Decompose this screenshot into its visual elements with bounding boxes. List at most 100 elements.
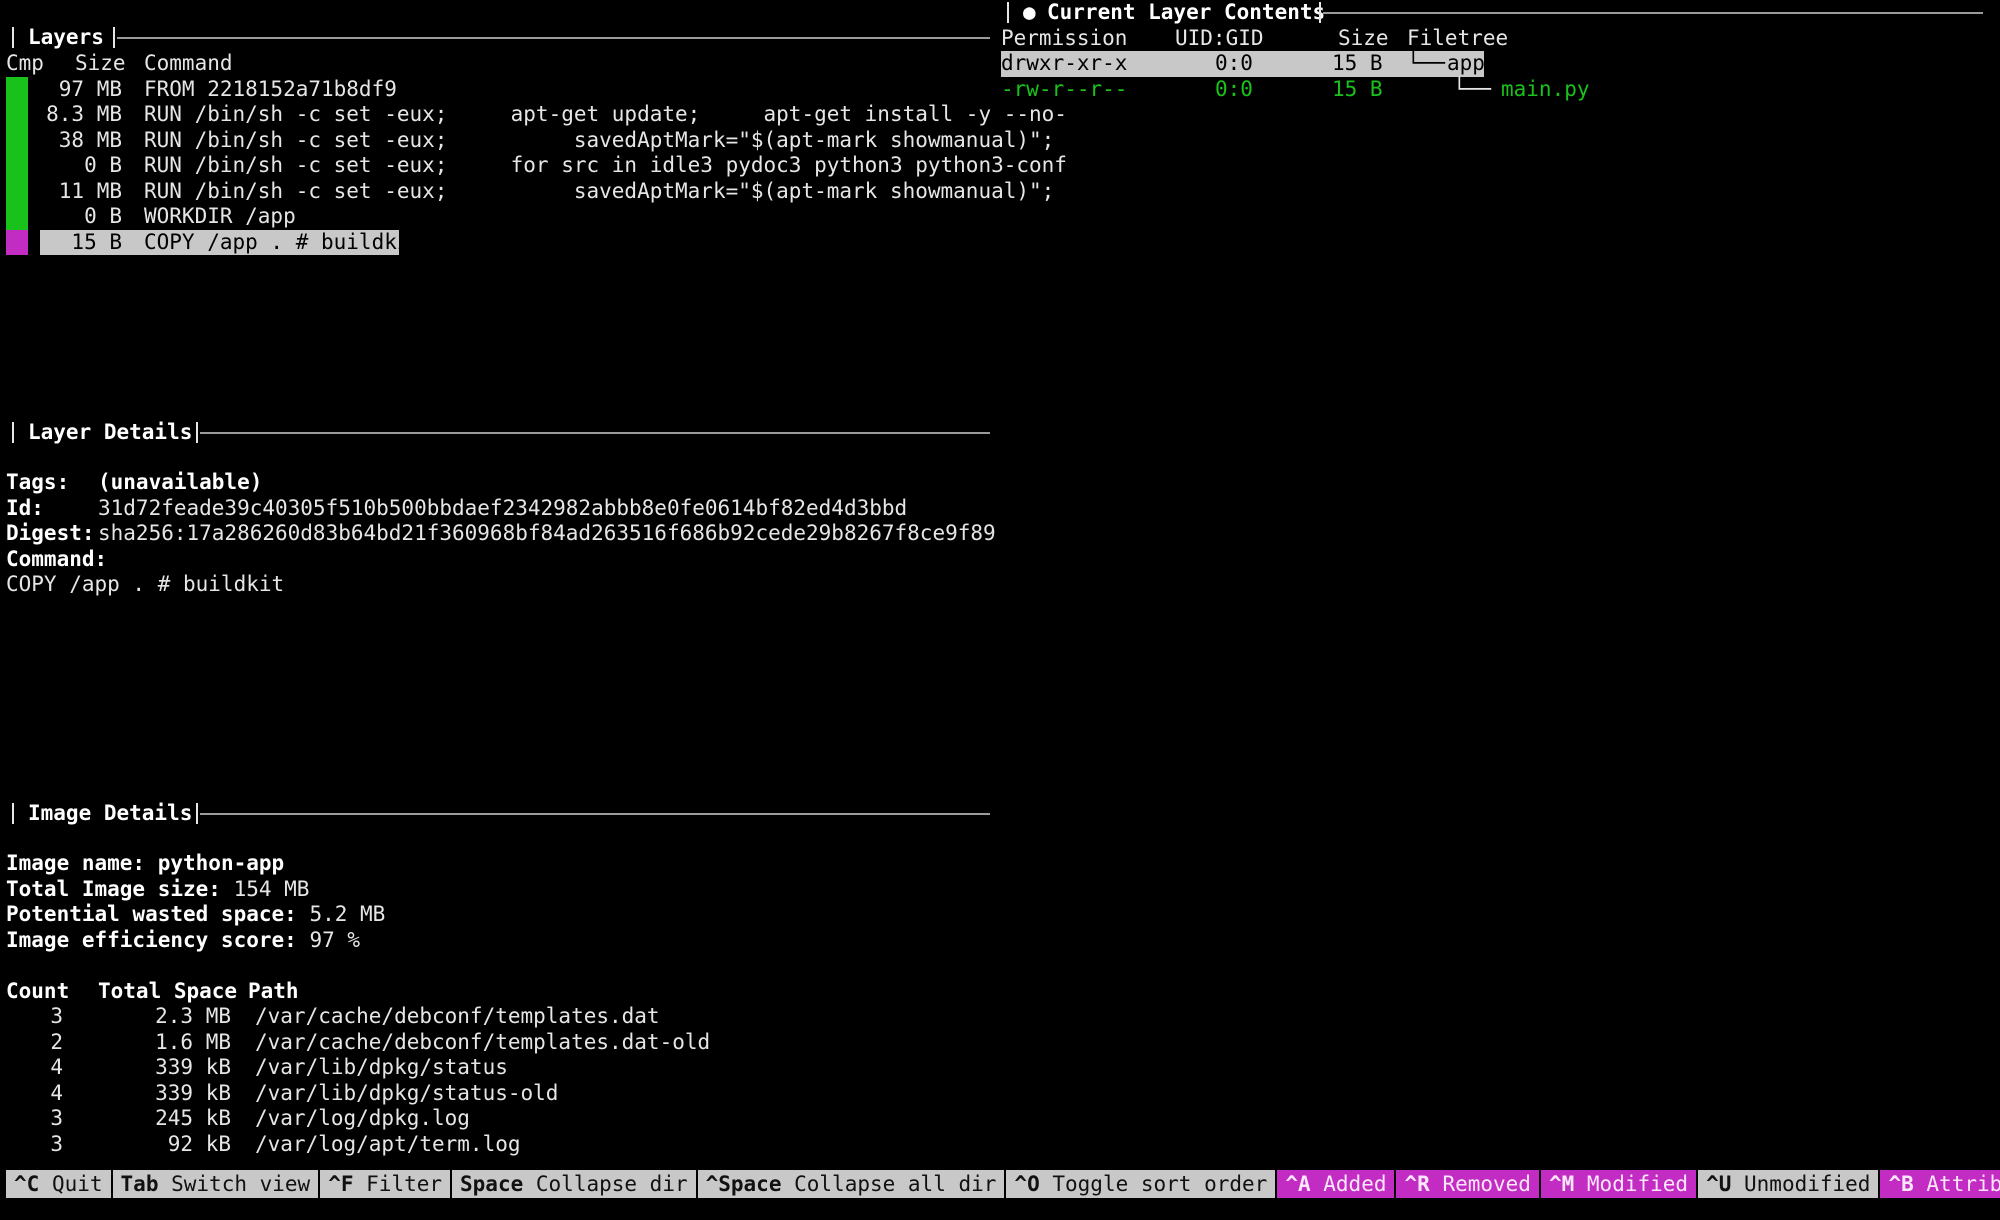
col-cmp: Cmp	[6, 51, 44, 75]
image-size-line: Total Image size: 154 MB	[6, 877, 309, 903]
keybinding-label: Unmodified	[1744, 1172, 1871, 1196]
col-size: Size	[75, 51, 126, 75]
col-permission: Permission	[1001, 25, 1128, 50]
wasted-path: /var/log/apt/term.log	[255, 1131, 521, 1156]
keybinding-label: Collapse dir	[535, 1172, 688, 1196]
layer-command: RUN /bin/sh -c set -eux; apt-get update;…	[144, 102, 1067, 126]
wasted-space: 245 kB	[155, 1106, 231, 1130]
wasted-count: 4	[50, 1080, 63, 1105]
col-count: Count	[6, 978, 70, 1003]
file-tree-row[interactable]: -rw-r--r-- 0:0 15 B └── main.py	[1001, 77, 1601, 103]
keybinding-label: Modified	[1586, 1172, 1689, 1196]
header-rule	[200, 813, 990, 815]
wasted-space: 92 kB	[167, 1131, 231, 1156]
command-value: COPY /app . # buildkit	[6, 572, 285, 596]
image-size-value: 154 MB	[233, 876, 310, 901]
header-divider	[12, 422, 14, 443]
file-permission: drwxr-xr-x	[1001, 51, 1128, 75]
layer-size: 0 B	[84, 204, 122, 228]
digest-value: sha256:17a286260d83b64bd21f360968bf84ad2…	[98, 521, 996, 545]
wasted-file-row: 4 339 kB/var/lib/dpkg/status	[6, 1055, 508, 1081]
keybinding-label: Added	[1323, 1172, 1387, 1196]
wasted-path: /var/cache/debconf/templates.dat-old	[255, 1029, 711, 1054]
header-divider	[12, 27, 14, 48]
wasted-count: 3	[50, 1106, 63, 1130]
wasted-count: 4	[50, 1055, 63, 1079]
keybinding-key: ^Space	[705, 1172, 782, 1196]
wasted-count: 2	[50, 1029, 63, 1054]
keybinding-label: Switch view	[171, 1172, 311, 1196]
keybinding-label: Removed	[1442, 1172, 1531, 1196]
keybinding-key: ^O	[1014, 1172, 1040, 1196]
keybinding-collapse-all-dir: ^Space Collapse all dir	[697, 1170, 1005, 1198]
layer-size: 38 MB	[58, 127, 122, 152]
keybinding-filter: ^F Filter	[320, 1170, 451, 1198]
file-permission: -rw-r--r--	[1001, 76, 1128, 101]
header-divider	[196, 422, 198, 443]
contents-pane[interactable]: ● Current Layer Contents Permission UID:…	[995, 0, 2000, 1160]
folder-name: app	[1447, 51, 1485, 75]
keybinding-key: ^A	[1285, 1172, 1311, 1196]
wasted-count: 3	[50, 1131, 63, 1156]
keybinding-key: ^U	[1706, 1172, 1732, 1196]
layer-row[interactable]: 0 B WORKDIR /app	[40, 204, 296, 230]
header-rule	[1323, 12, 1983, 14]
keybinding-attributes: ^B Attributes	[1880, 1170, 2000, 1198]
layer-row[interactable]: 97 MB FROM 2218152a71b8df9	[40, 77, 397, 103]
keybinding-switch-view: Tab Switch view	[112, 1170, 319, 1198]
layer-row[interactable]: 0 B RUN /bin/sh -c set -eux; for src in i…	[40, 153, 1067, 179]
layer-cmp-bar	[6, 178, 28, 204]
wasted-space: 2.3 MB	[155, 1004, 231, 1028]
keybinding-label: Quit	[51, 1172, 103, 1196]
digest-label: Digest:	[6, 521, 95, 545]
file-size: 15 B	[1332, 51, 1383, 75]
keybinding-key: Tab	[120, 1172, 159, 1196]
wasted-space-value: 5.2 MB	[309, 902, 386, 926]
col-total-space: Total Space	[98, 978, 238, 1003]
wasted-space: 339 kB	[155, 1055, 231, 1079]
keybinding-key: ^B	[1888, 1172, 1914, 1196]
header-divider	[196, 803, 198, 824]
image-name-value: python-app	[157, 851, 285, 875]
layer-details-pane: Layer Details Tags: (unavailable) Id: 31…	[0, 400, 996, 600]
layer-size: 97 MB	[58, 76, 122, 101]
wasted-file-row: 3 92 kB/var/log/apt/term.log	[6, 1131, 521, 1158]
keybinding-key: Space	[460, 1172, 524, 1196]
image-name-label: Image name:	[6, 851, 146, 875]
layer-row[interactable]: 11 MB RUN /bin/sh -c set -eux; savedAptMa…	[40, 178, 1055, 205]
keybinding-key: ^F	[328, 1172, 354, 1196]
col-filetree: Filetree	[1407, 25, 1509, 50]
layer-command: FROM 2218152a71b8df9	[144, 76, 397, 101]
layer-row[interactable]: 15 B COPY /app . # buildkit	[40, 229, 422, 255]
wasted-space: 1.6 MB	[155, 1029, 231, 1054]
wasted-file-row: 4 339 kB/var/lib/dpkg/status-old	[6, 1081, 558, 1107]
wasted-file-row: 2 1.6 MB/var/cache/debconf/templates.dat-…	[6, 1030, 710, 1056]
image-size-label: Total Image size:	[6, 876, 221, 901]
wasted-space-line: Potential wasted space: 5.2 MB	[6, 902, 385, 928]
file-size: 15 B	[1332, 76, 1383, 101]
keybinding-label: Attributes	[1926, 1172, 2000, 1196]
file-uid-gid: 0:0	[1215, 51, 1253, 75]
image-name-line: Image name: python-app	[6, 851, 284, 877]
contents-title: Current Layer Contents	[1047, 0, 1326, 24]
keybinding-key: ^C	[14, 1172, 40, 1196]
layer-cmp-bar	[6, 127, 28, 153]
layer-row[interactable]: 8.3 MB RUN /bin/sh -c set -eux; apt-get u…	[40, 102, 1067, 128]
keybinding-quit: ^C Quit	[6, 1170, 111, 1198]
tree-branch: └──	[1407, 51, 1445, 75]
layers-title: Layers	[28, 25, 104, 49]
header-divider	[1007, 2, 1009, 23]
layer-details-title: Layer Details	[28, 420, 193, 444]
layer-row[interactable]: 38 MB RUN /bin/sh -c set -eux; savedAptMa…	[40, 127, 1055, 154]
col-path: Path	[248, 978, 299, 1003]
file-tree-row[interactable]: drwxr-xr-x 0:0 15 B └── app	[1001, 51, 1485, 77]
layers-pane[interactable]: Layers Cmp Size Command 97 MB FROM 221815…	[0, 0, 1067, 300]
layer-cmp-bar	[6, 102, 28, 128]
keybinding-label: Collapse all dir	[794, 1172, 997, 1196]
wasted-space-label: Potential wasted space:	[6, 902, 297, 926]
col-uid-gid: UID:GID	[1175, 25, 1264, 50]
efficiency-label: Image efficiency score:	[6, 927, 297, 952]
layer-size: 11 MB	[58, 178, 122, 203]
layers-header: Layers	[0, 25, 990, 51]
wasted-path: /var/cache/debconf/templates.dat	[255, 1004, 660, 1028]
